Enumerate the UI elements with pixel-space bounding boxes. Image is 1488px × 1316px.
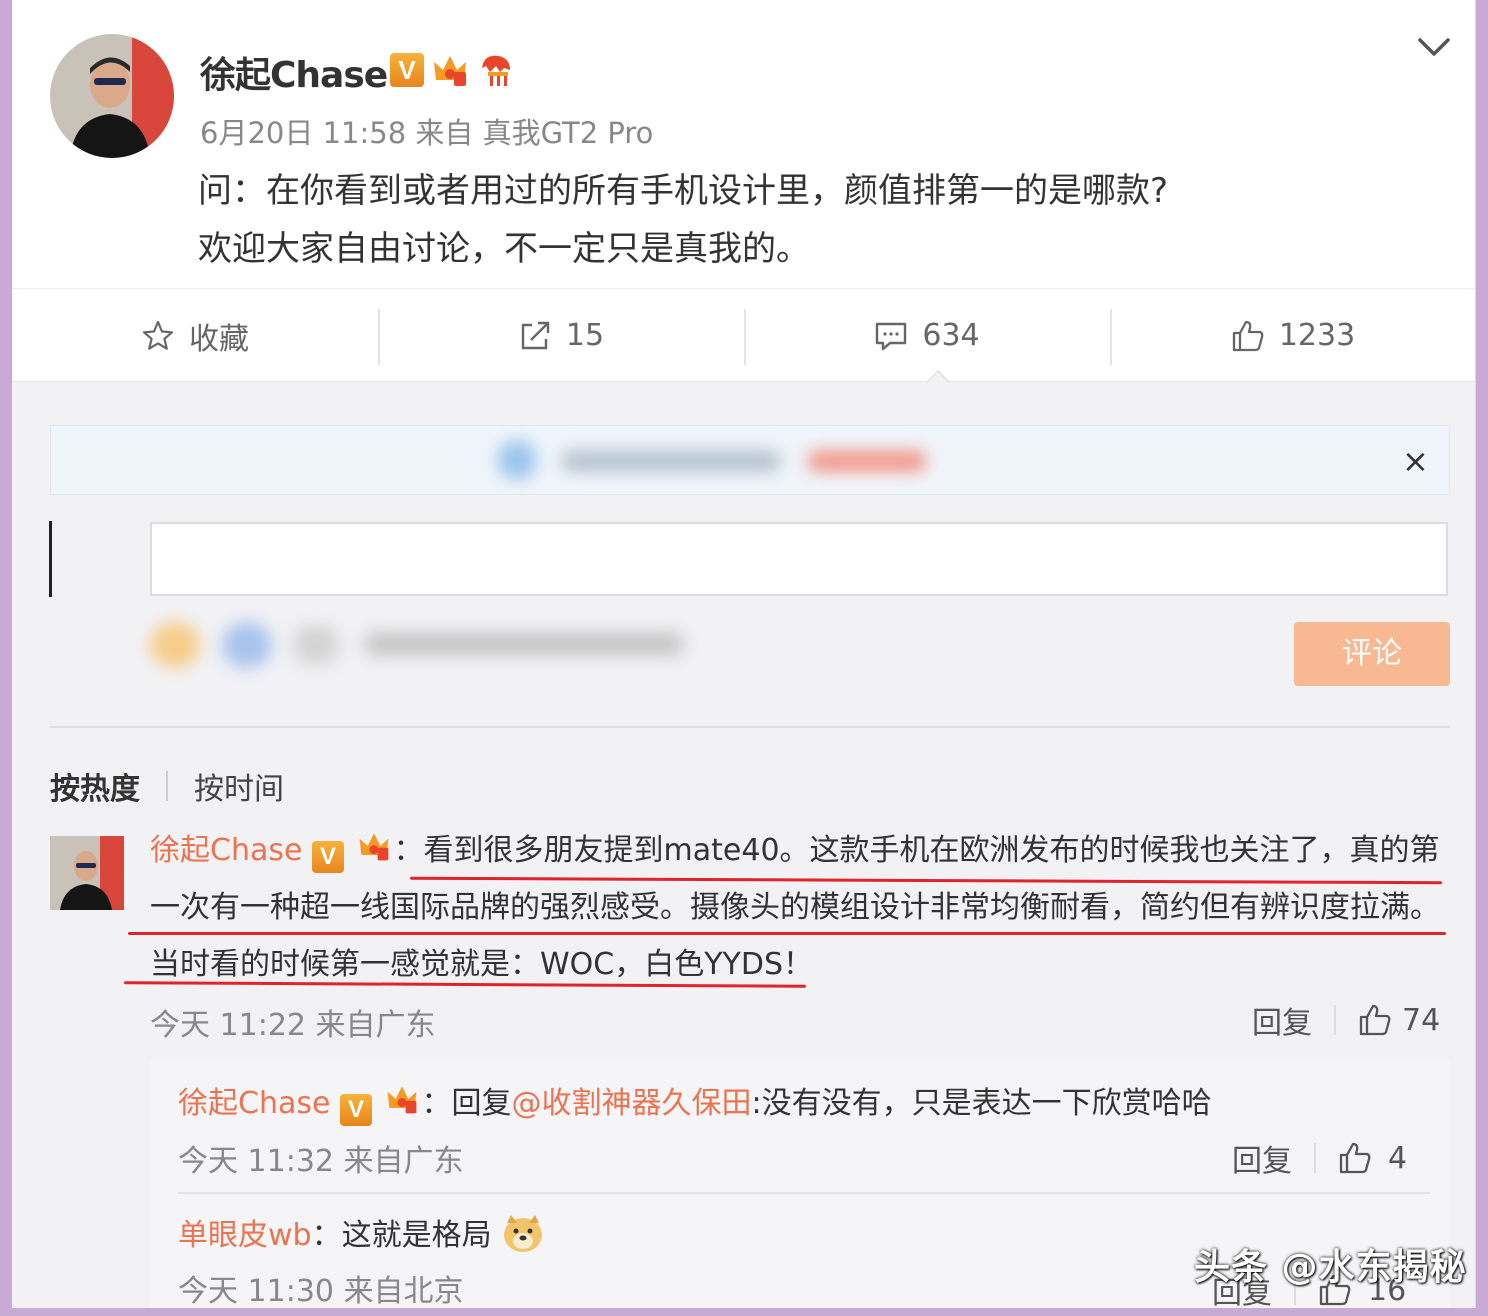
post-meta: 6月20日 11:58 来自 真我GT2 Pro — [200, 116, 654, 150]
post-action-bar: 收藏 15 634 1233 — [12, 288, 1475, 382]
favorite-label: 收藏 — [189, 321, 249, 357]
author-name[interactable]: 徐起Chase — [200, 46, 388, 98]
reply-mention[interactable]: @收割神器久保田 — [512, 1086, 752, 1121]
verified-badge-icon: V — [339, 1094, 372, 1126]
close-promo-button[interactable]: × — [1402, 442, 1429, 480]
commenter-avatar[interactable] — [50, 836, 124, 910]
medal-icon — [482, 55, 510, 86]
reply-item: 单眼皮wb：这就是格局 — [178, 1210, 545, 1254]
post-card: 徐起Chase V 6月20日 11:58 来自 真我GT2 Pro 问：在你看… — [12, 0, 1475, 382]
star-icon — [142, 320, 174, 350]
reply-meta: 今天 11:32 来自广东 — [178, 1144, 464, 1179]
repost-count: 15 — [565, 318, 605, 353]
reply-meta: 今天 11:30 来自北京 — [178, 1274, 464, 1308]
reply-text: :没有没有，只是表达一下欣赏哈哈 — [751, 1086, 1212, 1121]
reply-prefix: ：回复 — [421, 1086, 512, 1121]
section-divider — [50, 726, 1450, 728]
reply-actions: 回复 4 — [1232, 1136, 1407, 1180]
reply-divider — [178, 1192, 1430, 1194]
post-text-line-2: 欢迎大家自由讨论，不一定只是真我的。 — [198, 229, 810, 269]
reply-item: 徐起Chase V ：回复@收割神器久保田:没有没有，只是表达一下欣赏哈哈 — [178, 1078, 1212, 1126]
watermark: 头条 @水东揭秘 — [1194, 1247, 1467, 1288]
comment-text: 看到很多朋友提到mate40。这款手机在欧洲发布的时候我也关注了，真的第一次有一… — [150, 833, 1440, 982]
reply-colon: ： — [311, 1218, 342, 1253]
chevron-down-icon[interactable] — [1414, 30, 1454, 66]
thumbs-up-icon — [1232, 320, 1264, 351]
favorite-button[interactable]: 收藏 — [12, 289, 378, 382]
repost-button[interactable]: 15 — [378, 289, 744, 382]
post-text-line-1: 问：在你看到或者用过的所有手机设计里，颜值排第一的是哪款? — [198, 171, 1169, 211]
text-cursor — [49, 521, 52, 597]
comment-count: 634 — [922, 318, 980, 353]
sort-separator — [166, 771, 168, 801]
like-button[interactable]: 1233 — [1110, 289, 1475, 382]
weibo-post-window: 徐起Chase V 6月20日 11:58 来自 真我GT2 Pro 问：在你看… — [12, 0, 1476, 1308]
reply-text: 这就是格局 — [341, 1218, 492, 1253]
comment-like-count: 74 — [1402, 1002, 1441, 1038]
commenter-name[interactable]: 徐起Chase — [150, 833, 302, 868]
action-separator — [1334, 1005, 1336, 1035]
promo-link-blur — [807, 450, 927, 472]
reply-author[interactable]: 徐起Chase — [178, 1086, 330, 1121]
reply-author[interactable]: 单眼皮wb — [178, 1218, 312, 1253]
reply-button[interactable]: 回复 — [1232, 1136, 1292, 1180]
submit-comment-button[interactable]: 评论 — [1294, 622, 1450, 686]
promo-banner[interactable] — [50, 425, 1450, 495]
verified-badge-icon: V — [390, 53, 424, 87]
crown-level-icon — [387, 1086, 416, 1114]
comment-colon: ： — [393, 833, 424, 868]
promo-text-blur — [561, 450, 781, 472]
active-tab-caret — [926, 370, 950, 383]
reply-button[interactable]: 回复 — [1252, 998, 1312, 1042]
share-icon — [521, 321, 550, 349]
crown-level-icon — [359, 833, 388, 861]
author-avatar[interactable] — [50, 34, 174, 158]
comment-meta: 今天 11:22 来自广东 — [150, 1008, 436, 1043]
author-badges: V — [390, 50, 516, 90]
verified-badge-icon: V — [311, 841, 344, 873]
comment-actions: 回复 74 — [1252, 998, 1440, 1042]
promo-avatar-blur — [497, 440, 537, 480]
doge-emoji-icon — [504, 1215, 543, 1252]
topic-icon[interactable] — [294, 626, 338, 664]
sort-by-hot-tab[interactable]: 按热度 — [50, 764, 140, 808]
sort-by-time-tab[interactable]: 按时间 — [194, 764, 284, 808]
like-count: 1233 — [1278, 318, 1356, 353]
image-icon[interactable] — [222, 622, 272, 668]
highlight-underline-2 — [128, 932, 1446, 935]
comment-input[interactable] — [150, 522, 1448, 596]
comment-body: 徐起Chase V ：看到很多朋友提到mate40。这款手机在欧洲发布的时候我也… — [150, 822, 1450, 993]
emoji-icon[interactable] — [150, 622, 200, 668]
post-text: 问：在你看到或者用过的所有手机设计里，颜值排第一的是哪款? 欢迎大家自由讨论，不… — [198, 162, 1378, 278]
repost-option-blur[interactable] — [364, 632, 684, 656]
thumbs-up-icon[interactable] — [1338, 1141, 1372, 1175]
comment-sort: 按热度 按时间 — [50, 764, 284, 808]
thumbs-up-icon[interactable] — [1358, 1003, 1392, 1037]
comment-icon — [876, 322, 907, 350]
reply-like-count: 4 — [1388, 1140, 1408, 1176]
comment-button[interactable]: 634 — [744, 289, 1110, 382]
crown-level-icon — [434, 56, 466, 86]
action-separator — [1314, 1143, 1316, 1173]
